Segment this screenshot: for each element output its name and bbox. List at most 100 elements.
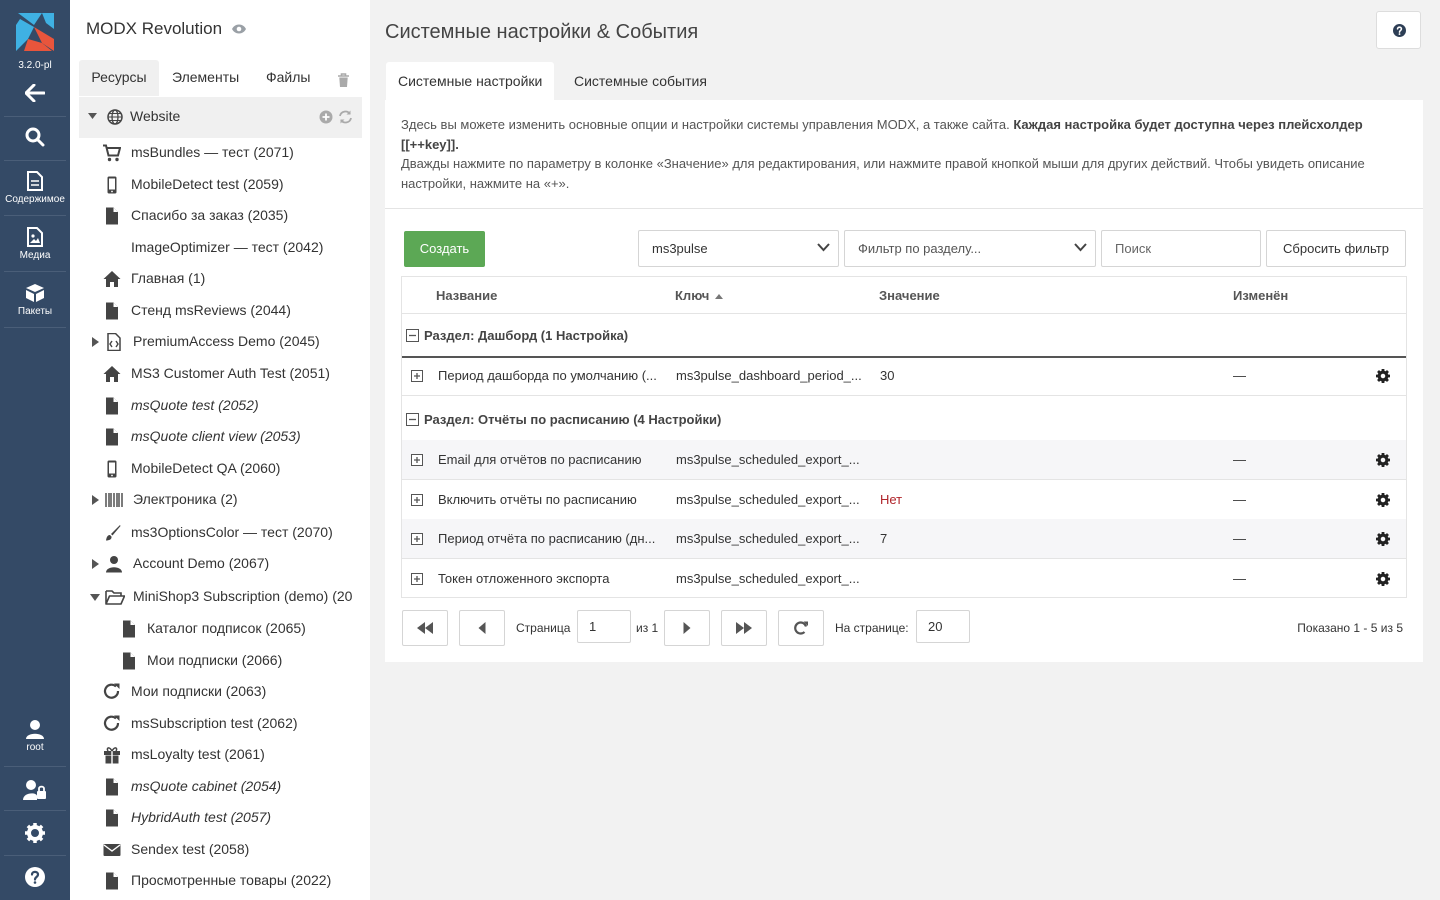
gear-icon[interactable] [1376, 532, 1390, 549]
trash-icon[interactable] [337, 73, 350, 88]
prev-page-button[interactable] [459, 610, 505, 646]
gear-icon[interactable] [1376, 493, 1390, 510]
tree-item[interactable]: Электроника (2) [70, 486, 370, 514]
modx-logo[interactable] [16, 13, 54, 51]
tree-item[interactable]: HybridAuth test (2057) [70, 804, 370, 832]
site-title[interactable]: MODX Revolution [86, 19, 247, 39]
search-input[interactable]: Поиск [1101, 230, 1261, 267]
page-label: Страница [516, 621, 571, 635]
tree-item[interactable]: msSubscription test (2062) [70, 710, 370, 738]
content-button[interactable]: Содержимое [0, 171, 70, 205]
expand-icon[interactable] [411, 453, 423, 469]
tree-item[interactable]: msQuote cabinet (2054) [70, 773, 370, 801]
column-header-edited[interactable]: Изменён [1233, 288, 1288, 303]
tree-item[interactable]: Account Demo (2067) [70, 550, 370, 578]
first-page-button[interactable] [402, 610, 448, 646]
tree-item[interactable]: PremiumAccess Demo (2045) [70, 328, 370, 356]
tree-item[interactable]: Каталог подписок (2065) [70, 615, 370, 643]
collapse-icon[interactable] [406, 329, 419, 345]
column-header-key[interactable]: Ключ [675, 288, 723, 303]
gear-icon[interactable] [1376, 453, 1390, 470]
caret-right-icon[interactable] [92, 495, 99, 505]
envelope-icon [103, 841, 121, 859]
tree-item-label: Мои подписки (2063) [131, 683, 267, 699]
tree-item-label: Каталог подписок (2065) [147, 620, 306, 636]
description-text: Здесь вы можете изменить основные опции … [401, 117, 1014, 132]
table-row[interactable]: Период дашборда по умолчанию (... ms3puls… [402, 356, 1406, 396]
access-button[interactable] [0, 779, 70, 801]
group-header[interactable]: Раздел: Дашборд (1 Настройка) [402, 314, 1406, 358]
brush-icon [103, 524, 121, 542]
back-button[interactable] [0, 84, 70, 102]
table-row[interactable]: Включить отчёты по расписанию ms3pulse_sc… [402, 480, 1406, 520]
caret-down-icon[interactable] [90, 594, 100, 601]
tree-item[interactable]: msBundles — тест (2071) [70, 139, 370, 167]
settings-button[interactable] [0, 823, 70, 843]
packages-button[interactable]: Пакеты [0, 283, 70, 317]
tree-item[interactable]: MobileDetect test (2059) [70, 171, 370, 199]
eye-icon[interactable] [231, 23, 247, 35]
caret-down-icon[interactable] [88, 113, 97, 119]
group-header[interactable]: Раздел: Отчёты по расписанию (4 Настройк… [402, 398, 1406, 442]
add-circle-icon[interactable] [319, 110, 333, 124]
reset-filter-button[interactable]: Сбросить фильтр [1266, 230, 1406, 267]
page-number-input[interactable]: 1 [577, 610, 631, 643]
tree-item[interactable]: msQuote test (2052) [70, 392, 370, 420]
tree-item[interactable]: Sendex test (2058) [70, 836, 370, 864]
user-button[interactable]: root [0, 719, 70, 753]
expand-icon[interactable] [411, 493, 423, 509]
gear-icon[interactable] [1376, 572, 1390, 589]
last-page-button[interactable] [721, 610, 767, 646]
media-button[interactable]: Медиа [0, 227, 70, 261]
help-button[interactable] [1376, 11, 1421, 49]
tree-item-label: Спасибо за заказ (2035) [131, 207, 289, 223]
cell-value[interactable]: 30 [880, 368, 1180, 383]
refresh-icon[interactable] [338, 110, 353, 124]
column-header-name[interactable]: Название [436, 288, 497, 303]
table-row[interactable]: Токен отложенного экспорта ms3pulse_sched… [402, 559, 1406, 599]
tree-item-label: ImageOptimizer — тест (2042) [131, 239, 324, 255]
tree-item[interactable]: Спасибо за заказ (2035) [70, 202, 370, 230]
tree-item[interactable]: msLoyalty test (2061) [70, 741, 370, 769]
cell-value[interactable]: Нет [880, 492, 1180, 507]
search-button[interactable] [0, 127, 70, 147]
tree-item[interactable]: MS3 Customer Auth Test (2051) [70, 360, 370, 388]
expand-icon[interactable] [411, 572, 423, 588]
tab-system-settings[interactable]: Системные настройки [386, 62, 555, 100]
tree-item[interactable]: Просмотренные товары (2022) [70, 867, 370, 895]
area-filter-select[interactable]: Фильтр по разделу... [844, 230, 1096, 267]
tab-system-events[interactable]: Системные события [562, 62, 719, 100]
tree-item[interactable]: MiniShop3 Subscription (demo) (20 [70, 583, 370, 611]
file-icon [103, 207, 121, 225]
gear-icon[interactable] [1376, 369, 1390, 386]
caret-right-icon[interactable] [92, 337, 99, 347]
collapse-icon[interactable] [406, 413, 419, 429]
tree-item[interactable]: Мои подписки (2066) [70, 647, 370, 675]
tab-files[interactable]: Файлы [266, 60, 310, 96]
namespace-select[interactable]: ms3pulse [638, 230, 839, 267]
cell-name: Период дашборда по умолчанию (... [438, 368, 657, 383]
tree-item[interactable]: Стенд msReviews (2044) [70, 297, 370, 325]
column-header-value[interactable]: Значение [879, 288, 940, 303]
caret-right-icon[interactable] [92, 559, 99, 569]
table-row[interactable]: Email для отчётов по расписанию ms3pulse_… [402, 440, 1406, 480]
tree-root-website[interactable]: Website [79, 97, 362, 138]
tab-elements[interactable]: Элементы [172, 60, 239, 96]
table-row[interactable]: Период отчёта по расписанию (дн... ms3pul… [402, 519, 1406, 559]
tree-item[interactable]: Главная (1) [70, 265, 370, 293]
create-button[interactable]: Создать [404, 231, 485, 267]
tree-item[interactable]: msQuote client view (2053) [70, 423, 370, 451]
cell-key: ms3pulse_dashboard_period_... [676, 368, 862, 383]
refresh-grid-button[interactable] [778, 610, 824, 646]
expand-icon[interactable] [411, 532, 423, 548]
expand-icon[interactable] [411, 369, 423, 385]
tree-item[interactable]: ms3OptionsColor — тест (2070) [70, 519, 370, 547]
tree-item[interactable]: Мои подписки (2063) [70, 678, 370, 706]
next-page-button[interactable] [664, 610, 710, 646]
help-nav-button[interactable] [0, 867, 70, 887]
per-page-input[interactable]: 20 [916, 610, 970, 643]
cell-value[interactable]: 7 [880, 531, 1180, 546]
tree-item[interactable]: MobileDetect QA (2060) [70, 455, 370, 483]
tab-resources[interactable]: Ресурсы [79, 60, 159, 96]
tree-item[interactable]: ImageOptimizer — тест (2042) [70, 234, 370, 262]
